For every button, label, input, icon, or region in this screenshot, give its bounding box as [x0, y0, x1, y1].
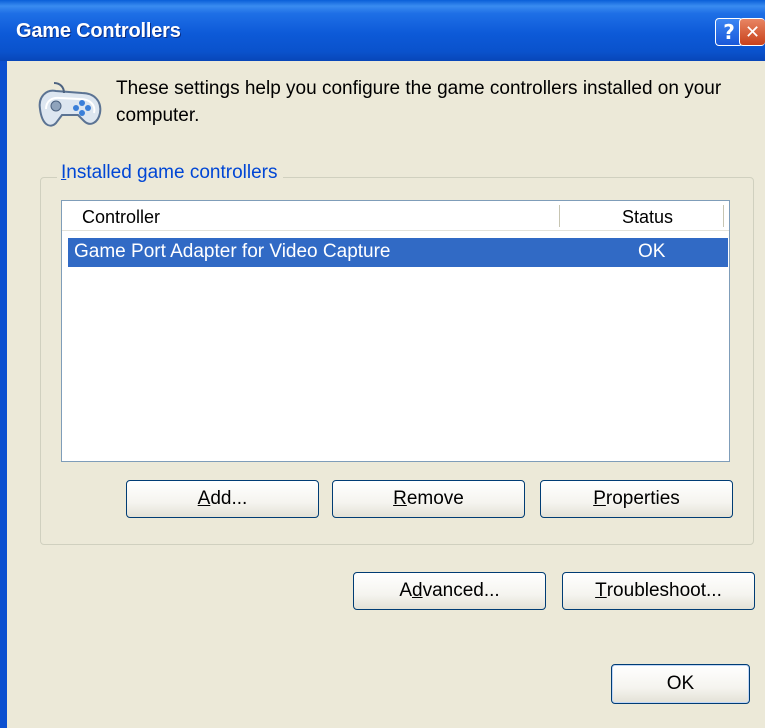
remove-access-key: R — [393, 488, 407, 509]
properties-access-key: P — [593, 488, 606, 509]
remove-button[interactable]: Remove — [332, 480, 525, 518]
legend-label: nstalled game controllers — [66, 162, 278, 183]
table-row[interactable]: Game Port Adapter for Video Capture OK — [68, 238, 728, 267]
help-icon: ? — [723, 20, 735, 44]
ok-button[interactable]: OK — [611, 664, 750, 704]
group-legend: Installed game controllers — [57, 162, 283, 184]
advanced-button[interactable]: Ad vanced... — [353, 572, 546, 610]
list-header: Controller Status — [62, 201, 729, 231]
remove-label: emove — [406, 488, 464, 509]
controllers-list[interactable]: Controller Status Game Port Adapter for … — [61, 200, 730, 462]
ok-label: OK — [666, 673, 695, 694]
add-access-key: A — [197, 488, 211, 509]
title-bar[interactable]: Game Controllers ? ✕ — [0, 0, 765, 61]
column-header-controller[interactable]: Controller — [82, 207, 160, 228]
column-header-status[interactable]: Status — [622, 207, 673, 228]
controller-name-cell: Game Port Adapter for Video Capture — [74, 241, 391, 262]
game-controllers-dialog: Game Controllers ? ✕ These settings help… — [0, 0, 765, 728]
add-button[interactable]: Add... — [126, 480, 319, 518]
column-separator[interactable] — [559, 205, 561, 227]
troubleshoot-access-key: T — [595, 580, 607, 601]
window-frame-left — [0, 61, 7, 728]
close-icon: ✕ — [744, 21, 761, 43]
header-description: These settings help you configure the ga… — [116, 78, 722, 126]
close-button[interactable]: ✕ — [739, 18, 765, 46]
properties-label: roperties — [605, 488, 680, 509]
troubleshoot-button[interactable]: Troubleshoot... — [562, 572, 755, 610]
gamepad-icon — [38, 82, 102, 127]
properties-button[interactable]: Properties — [540, 480, 733, 518]
advanced-access-key: d — [412, 580, 423, 601]
advanced-label-start: A — [399, 580, 412, 601]
column-separator[interactable] — [723, 205, 725, 227]
window-title: Game Controllers — [16, 20, 181, 42]
controller-status-cell: OK — [638, 241, 666, 262]
add-label: dd... — [210, 488, 248, 509]
advanced-label: vanced... — [422, 580, 500, 601]
troubleshoot-label: roubleshoot... — [606, 580, 722, 601]
